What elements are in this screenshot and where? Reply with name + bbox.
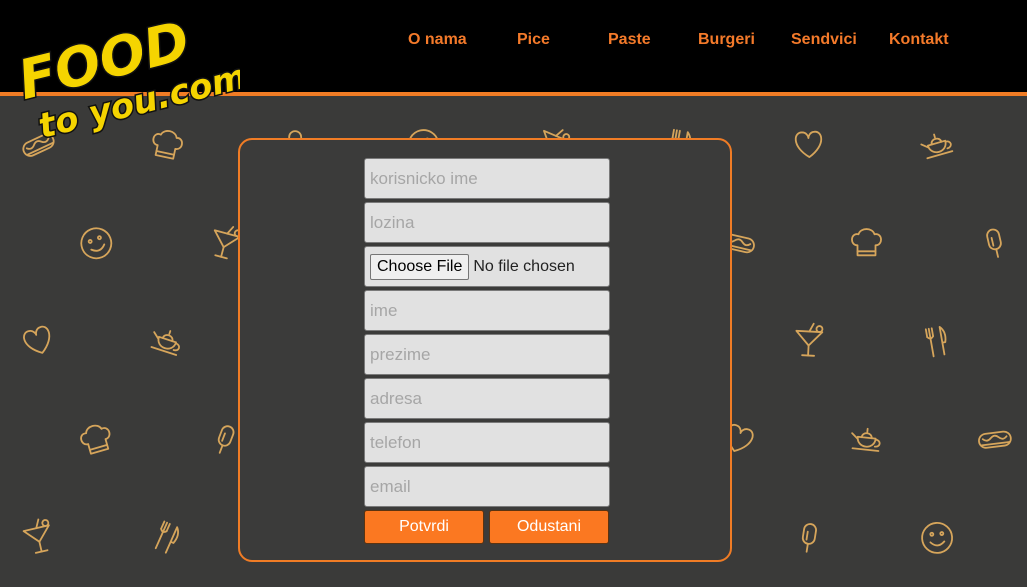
teapot-icon: [851, 427, 881, 452]
phone-input[interactable]: [364, 422, 610, 463]
nav-o-nama[interactable]: O nama: [408, 31, 467, 49]
nav-sendvici[interactable]: Sendvici: [791, 31, 857, 49]
site-logo[interactable]: FOOD to you.com: [0, 0, 240, 160]
address-input[interactable]: [364, 378, 610, 419]
registration-form-panel: Choose File No file chosen Potvrdi Odust…: [238, 138, 732, 562]
username-input[interactable]: [364, 158, 610, 199]
nav-kontakt[interactable]: Kontakt: [889, 31, 949, 49]
smiley-icon: [921, 521, 953, 554]
popsicle-icon: [801, 523, 817, 553]
heart-icon: [794, 130, 823, 158]
file-status-text: No file chosen: [473, 257, 575, 275]
chef-hat-icon: [851, 228, 882, 257]
first-name-input[interactable]: [364, 290, 610, 331]
last-name-input[interactable]: [364, 334, 610, 375]
popsicle-icon: [986, 228, 1002, 258]
submit-button[interactable]: Potvrdi: [364, 510, 484, 544]
logo-graphic: FOOD to you.com: [11, 7, 240, 148]
heart-icon: [23, 325, 51, 354]
cocktail-icon: [213, 226, 242, 260]
cancel-button[interactable]: Odustani: [489, 510, 609, 544]
cocktail-icon: [22, 518, 50, 554]
choose-file-button[interactable]: Choose File: [370, 253, 470, 280]
chef-hat-icon: [80, 424, 111, 455]
password-input[interactable]: [364, 202, 610, 243]
email-input[interactable]: [364, 466, 610, 507]
popsicle-icon: [217, 425, 235, 454]
teapot-icon: [920, 133, 954, 160]
fork-knife-icon: [154, 520, 179, 554]
file-upload-field: Choose File No file chosen: [364, 246, 610, 287]
teapot-icon: [150, 330, 180, 356]
nav-burgeri[interactable]: Burgeri: [698, 31, 755, 49]
nav-paste[interactable]: Paste: [608, 31, 651, 49]
cocktail-icon: [795, 322, 824, 357]
nav-pice[interactable]: Pice: [517, 31, 550, 49]
fork-knife-icon: [924, 325, 947, 358]
smiley-icon: [80, 227, 113, 260]
hotdog-icon: [978, 430, 1012, 449]
